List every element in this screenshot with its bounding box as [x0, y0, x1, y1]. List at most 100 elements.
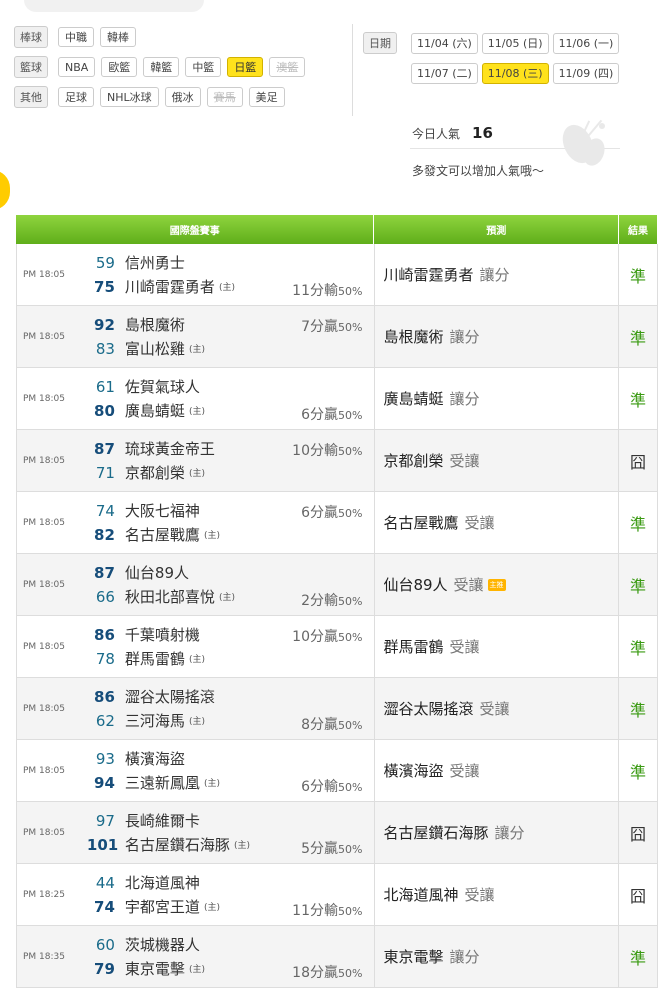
prediction-type: 受讓 [449, 762, 480, 780]
date-chip-row1-1[interactable]: 11/05 (日) [481, 32, 549, 54]
home-name[interactable]: 京都創榮 [125, 462, 185, 483]
home-name[interactable]: 廣島蜻蜓 [125, 400, 185, 421]
table-row[interactable]: PM 18:05 87 仙台89人 66 秋田北部喜悅 (主) 2分輸50% 仙台89人 受讓主… [16, 554, 658, 616]
filter-chip-other-0[interactable]: 足球 [58, 87, 94, 107]
filter-chip-other-4[interactable]: 美足 [248, 87, 285, 107]
home-tag: (主) [188, 469, 205, 479]
away-score: 61 [95, 377, 115, 396]
match-teams: 60 茨城機器人 79 東京電擊 (主) 18分贏50% [73, 926, 376, 987]
date-chip-row1-2[interactable]: 11/06 (一) [552, 32, 620, 54]
away-name[interactable]: 茨城機器人 [125, 934, 200, 955]
side-tab[interactable] [0, 170, 10, 210]
divider [352, 24, 353, 116]
away-name[interactable]: 長崎維爾卡 [125, 810, 200, 831]
result-mark: 準 [619, 740, 658, 801]
away-name[interactable]: 千葉噴射機 [125, 624, 200, 645]
date-chip-row1-0[interactable]: 11/04 (六) [411, 32, 478, 54]
date-chip-row2-0[interactable]: 11/07 (二) [411, 62, 478, 84]
filter-chip-other-1[interactable]: NHL冰球 [100, 87, 159, 107]
result-mark: 囧 [619, 864, 658, 925]
prediction-team: 川崎雷霆勇者 [383, 266, 474, 284]
home-score: 74 [94, 897, 115, 916]
match-time: PM 18:05 [23, 827, 65, 838]
home-name[interactable]: 秋田北部喜悅 [125, 586, 215, 607]
away-name[interactable]: 信州勇士 [125, 252, 185, 273]
home-name[interactable]: 川崎雷霆勇者 [125, 276, 215, 297]
handicap-result: 11分輸50% [292, 900, 362, 920]
match-teams: 44 北海道風神 74 宇都宮王道 (主) 11分輸50% [73, 864, 376, 925]
home-name[interactable]: 群馬雷鶴 [125, 648, 185, 669]
handicap-value: 10分輸 [292, 443, 338, 459]
handicap-value: 11分輸 [292, 903, 338, 919]
home-name[interactable]: 宇都宮王道 [125, 896, 200, 917]
away-name[interactable]: 橫濱海盜 [125, 748, 185, 769]
table-row[interactable]: PM 18:05 74 大阪七福神 82 名古屋戰鷹 (主) 6分贏50% 名古屋戰鷹 受讓準 [16, 492, 658, 554]
header-result: 結果 [619, 215, 658, 244]
handicap-result: 6分輸50% [301, 776, 362, 796]
home-score: 78 [95, 649, 115, 668]
handicap-result: 5分贏50% [301, 838, 362, 858]
filter-chip-basketball-0[interactable]: NBA [58, 57, 96, 77]
away-name[interactable]: 北海道風神 [125, 872, 200, 893]
filter-chip-other-2[interactable]: 俄冰 [164, 87, 201, 107]
handicap-value: 2分輸 [301, 593, 338, 609]
table-row[interactable]: PM 18:05 87 琉球黃金帝王 71 京都創榮 (主) 10分輸50% 京都創榮 受讓囧 [16, 430, 658, 492]
match-time: PM 18:05 [23, 269, 65, 280]
prediction-team: 東京電擊 [383, 948, 444, 966]
prediction-team: 京都創榮 [383, 452, 444, 470]
prediction-type: 讓分 [479, 266, 510, 284]
prediction-team: 廣島蜻蜓 [383, 390, 444, 408]
home-score: 79 [94, 959, 115, 978]
table-row[interactable]: PM 18:05 61 佐賀氣球人 80 廣島蜻蜓 (主) 6分贏50% 廣島蜻蜓 讓分準 [16, 368, 658, 430]
away-name[interactable]: 仙台89人 [125, 562, 189, 583]
home-name[interactable]: 三河海馬 [125, 710, 185, 731]
league-filter: 棒球 中職 韓棒 籃球 NBA 歐籃 韓籃 中籃 日籃 澳籃 其他 足球 NHL冰球 俄冰 賽馬美… [14, 22, 344, 112]
home-name[interactable]: 三遠新鳳凰 [125, 772, 200, 793]
filter-chip-baseball-1[interactable]: 韓棒 [100, 27, 136, 47]
date-chip-row2-1[interactable]: 11/08 (三) [481, 62, 549, 84]
home-team: 74 宇都宮王道 (主) [87, 896, 220, 917]
handicap-percent: 50% [337, 719, 363, 732]
away-name[interactable]: 大阪七福神 [125, 500, 200, 521]
filter-chip-baseball-0[interactable]: 中職 [58, 27, 94, 47]
away-name[interactable]: 島根魔術 [125, 314, 185, 335]
home-name[interactable]: 名古屋戰鷹 [125, 524, 200, 545]
filter-chip-basketball-1[interactable]: 歐籃 [101, 57, 138, 77]
filter-chip-basketball-4[interactable]: 日籃 [227, 57, 264, 77]
away-name[interactable]: 澀谷太陽搖滾 [125, 686, 215, 707]
away-score: 97 [95, 811, 115, 830]
table-row[interactable]: PM 18:05 86 澀谷太陽搖滾 62 三河海馬 (主) 8分贏50% 澀谷太陽搖滾 受讓準 [16, 678, 658, 740]
home-name[interactable]: 東京電擊 [125, 958, 185, 979]
handicap-value: 10分贏 [292, 629, 338, 645]
table-row[interactable]: PM 18:35 60 茨城機器人 79 東京電擊 (主) 18分贏50% 東京電擊 讓分準 [16, 926, 658, 988]
date-chip-row2-2[interactable]: 11/09 (四) [552, 62, 620, 84]
handicap-result: 18分贏50% [292, 962, 362, 982]
home-score: 83 [95, 339, 115, 358]
home-name[interactable]: 名古屋鑽石海豚 [125, 834, 230, 855]
away-name[interactable]: 琉球黃金帝王 [125, 438, 215, 459]
table-row[interactable]: PM 18:05 86 千葉噴射機 78 群馬雷鶴 (主) 10分贏50% 群馬雷鶴 受讓準 [16, 616, 658, 678]
home-score: 62 [95, 711, 115, 730]
home-score: 82 [94, 525, 115, 544]
away-team: 86 澀谷太陽搖滾 [87, 686, 215, 707]
result-mark: 囧 [619, 802, 658, 863]
table-row[interactable]: PM 18:05 93 橫濱海盜 94 三遠新鳳凰 (主) 6分輸50% 橫濱海盜 受讓準 [16, 740, 658, 802]
filter-row-basketball: 籃球 NBA 歐籃 韓籃 中籃 日籃 澳籃 [14, 52, 344, 82]
table-row[interactable]: PM 18:05 59 信州勇士 75 川崎雷霆勇者 (主) 11分輸50% 川崎雷霆勇者 讓分… [16, 244, 658, 306]
handicap-value: 8分贏 [301, 717, 338, 733]
home-name[interactable]: 富山松雞 [125, 338, 185, 359]
filter-chip-basketball-3[interactable]: 中籃 [185, 57, 222, 77]
filter-label-other: 其他 [14, 86, 48, 108]
table-row[interactable]: PM 18:25 44 北海道風神 74 宇都宮王道 (主) 11分輸50% 北海道風神 受讓囧 [16, 864, 658, 926]
match-time: PM 18:05 [23, 641, 65, 652]
filter-chip-basketball-2[interactable]: 韓籃 [143, 57, 180, 77]
table-row[interactable]: PM 18:05 92 島根魔術 83 富山松雞 (主) 7分贏50% 島根魔術 讓分準 [16, 306, 658, 368]
away-name[interactable]: 佐賀氣球人 [125, 376, 200, 397]
home-tag: (主) [188, 655, 205, 665]
match-time: PM 18:05 [23, 579, 65, 590]
prediction: 名古屋鑽石海豚 讓分 [375, 802, 620, 863]
predictions-table: 國際盤賽事 預測 結果 PM 18:05 59 信州勇士 75 川崎雷霆勇者 (主) 11分… [16, 215, 658, 988]
table-row[interactable]: PM 18:05 97 長崎維爾卡 101 名古屋鑽石海豚 (主) 5分贏50% 名古屋鑽石海… [16, 802, 658, 864]
match-teams: 86 澀谷太陽搖滾 62 三河海馬 (主) 8分贏50% [73, 678, 376, 739]
prediction: 島根魔術 讓分 [375, 306, 620, 367]
